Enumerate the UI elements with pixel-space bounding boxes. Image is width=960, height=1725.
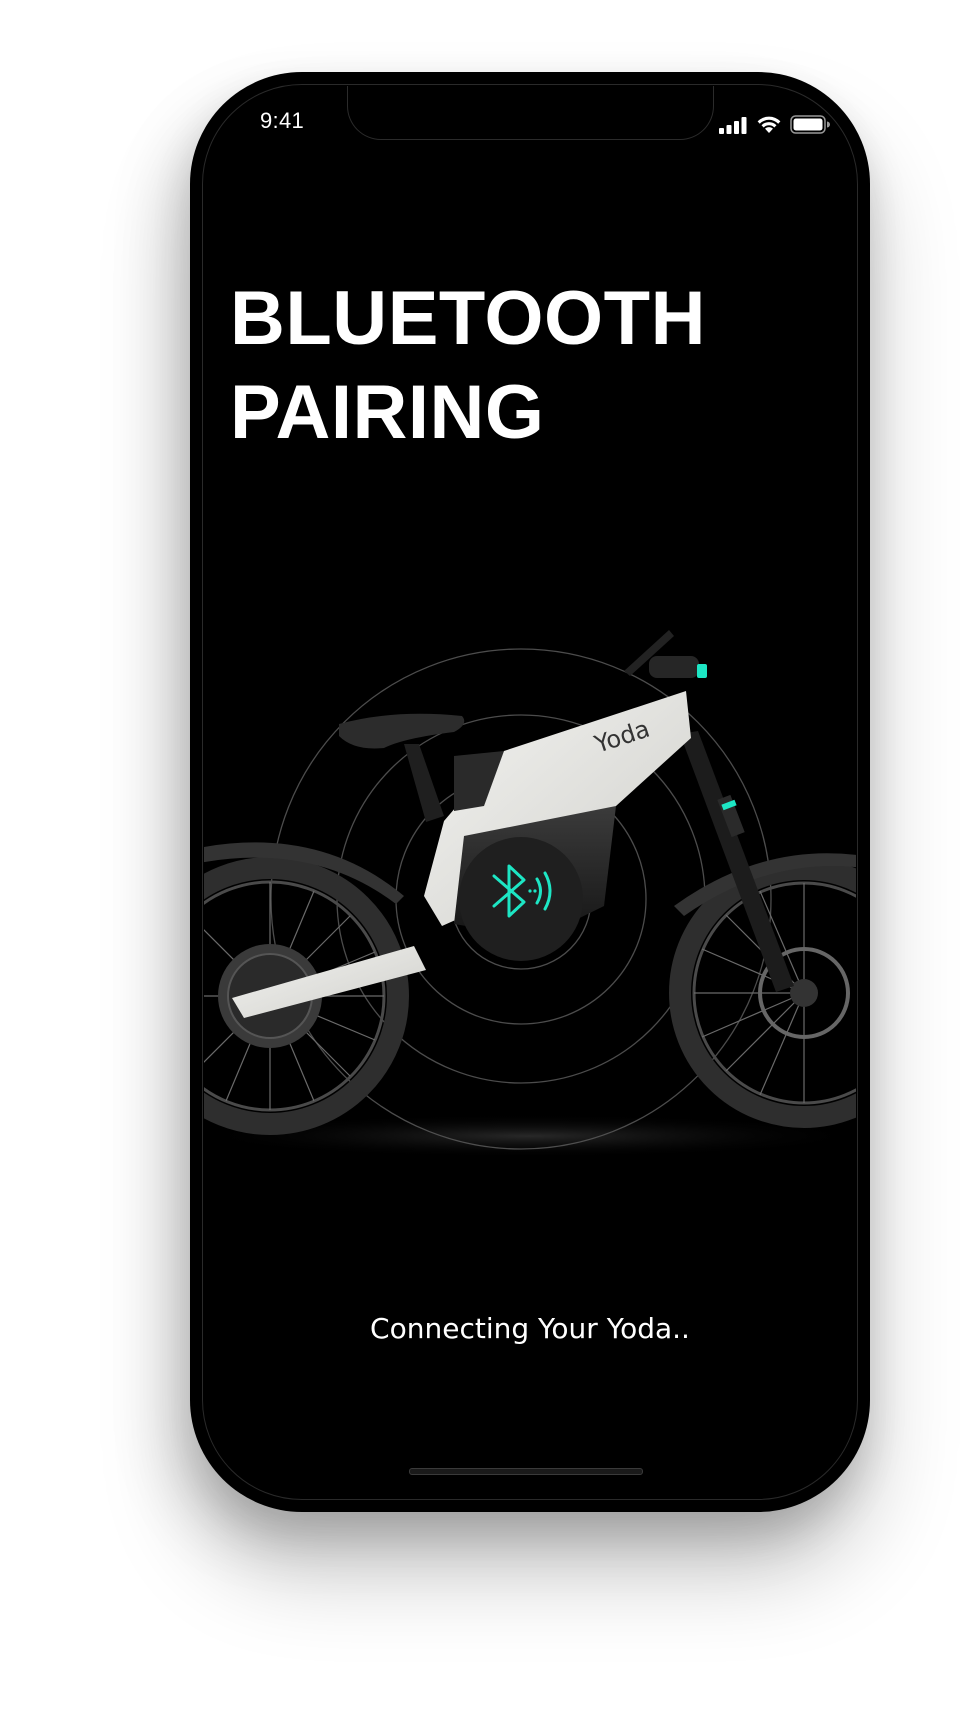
- status-time: 9:41: [260, 108, 305, 133]
- status-icons: [718, 115, 830, 139]
- phone-frame: 9:41 BLUETOOTH PAIRING Yoda Connecting Y…: [190, 72, 870, 1512]
- handlebar: [624, 630, 707, 678]
- wifi-icon: [756, 115, 782, 139]
- bluetooth-badge: [459, 837, 583, 961]
- app-screen: 9:41 BLUETOOTH PAIRING Yoda Connecting Y…: [204, 86, 856, 1498]
- notch: [347, 86, 714, 140]
- front-wheel: [669, 858, 856, 1128]
- bike-illustration: Yoda: [204, 566, 856, 1206]
- seat: [339, 713, 465, 822]
- connection-status-text: Connecting Your Yoda..: [370, 1312, 690, 1345]
- home-indicator[interactable]: [409, 1468, 643, 1475]
- page-title: BLUETOOTH PAIRING: [230, 276, 706, 455]
- canvas: 9:41 BLUETOOTH PAIRING Yoda Connecting Y…: [0, 0, 960, 1725]
- battery-icon: [790, 115, 830, 139]
- cellular-signal-icon: [718, 116, 748, 139]
